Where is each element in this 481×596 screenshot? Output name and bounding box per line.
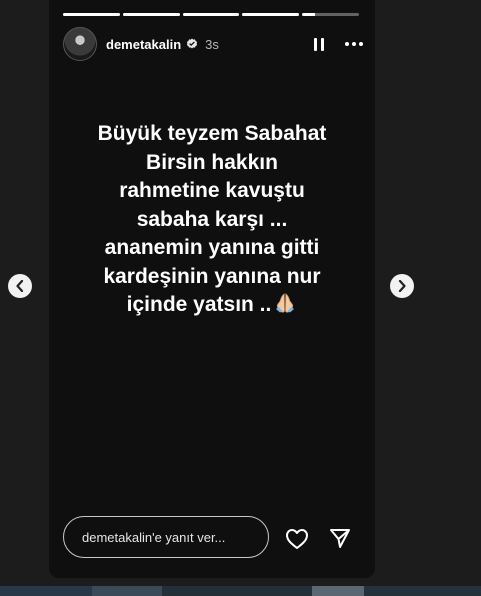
progress-segment (302, 13, 359, 16)
story-text-line: rahmetine kavuştu (119, 179, 305, 202)
folded-hands-icon (276, 293, 295, 313)
reply-input[interactable] (64, 517, 268, 557)
post-time: 3s (205, 36, 219, 52)
progress-segment (182, 13, 240, 16)
send-icon[interactable] (327, 526, 353, 552)
story-text: Büyük teyzem Sabahat Birsin hakkın rahme… (49, 120, 375, 320)
more-options-icon[interactable] (345, 42, 363, 46)
story-text-line: kardeşinin yanına nur (103, 264, 321, 288)
progress-fill (242, 13, 300, 16)
username[interactable]: demetakalin (106, 37, 181, 52)
story-text-line: Büyük teyzem Sabahat (97, 122, 327, 145)
heart-icon[interactable] (284, 526, 310, 552)
pause-icon[interactable] (311, 36, 327, 52)
reply-input-container[interactable] (63, 516, 269, 558)
story-text-line-last: içinde yatsın .. (49, 291, 375, 320)
progress-segment (63, 13, 120, 16)
chevron-right-icon[interactable] (390, 274, 414, 298)
story-text-line: sabaha karşı ... (136, 207, 288, 231)
story-text-line: Birsin hakkın (146, 150, 278, 174)
story-header: demetakalin 3s (63, 27, 363, 61)
taskbar-strip (0, 586, 481, 596)
story-viewer: demetakalin 3s Büyük teyzem Sabahat Birs… (49, 0, 375, 578)
progress-fill (302, 13, 315, 16)
progress-fill (182, 13, 240, 16)
progress-segment (242, 13, 300, 16)
progress-segment (122, 13, 180, 16)
progress-fill (122, 13, 180, 16)
chevron-left-icon[interactable] (8, 274, 32, 298)
story-progress-bar (63, 13, 359, 16)
story-text-line-text: içinde yatsın .. (126, 293, 272, 316)
progress-fill (63, 13, 120, 16)
avatar[interactable] (63, 27, 97, 61)
story-text-line: ananemin yanına gitti (104, 236, 320, 259)
verified-badge-icon (187, 38, 198, 49)
